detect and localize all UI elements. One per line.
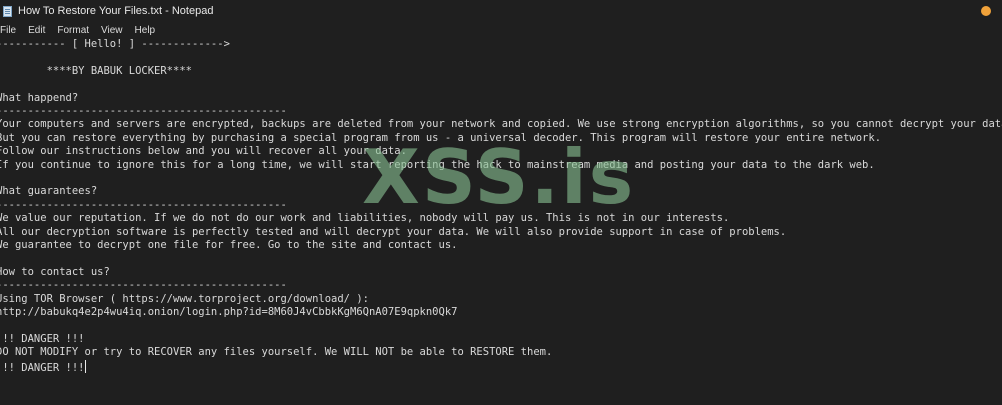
text-line: How to contact us? [0,265,110,278]
window-title: How To Restore Your Files.txt - Notepad [18,5,214,17]
text-caret [84,359,86,373]
text-line: If you continue to ignore this for a lon… [0,158,875,171]
text-line: ----------------------------------------… [0,105,287,117]
text-line: All our decryption software is perfectly… [0,225,787,238]
text-line: But you can restore everything by purcha… [0,131,882,144]
text-line: We guarantee to decrypt one file for fre… [0,239,458,251]
menu-format[interactable]: Format [51,25,95,36]
text-line: !!! DANGER !!! [0,332,85,345]
menu-view[interactable]: View [95,25,129,36]
text-line: http://babukq4e2p4wu4iq.onion/login.php?… [0,306,458,318]
menu-bar: File Edit Format View Help [0,23,161,38]
text-line: ****BY BABUK LOCKER**** [0,64,192,77]
menu-help[interactable]: Help [129,25,162,36]
notepad-icon [3,5,12,17]
text-line: Your computers and servers are encrypted… [0,118,1002,131]
text-line: ----------- [ Hello! ] -------------> [0,38,230,50]
text-editor[interactable]: ----------- [ Hello! ] -------------> **… [0,38,1002,405]
unsaved-indicator-icon[interactable] [981,6,991,16]
text-line-content: !!! DANGER !!! [0,361,85,374]
title-bar: How To Restore Your Files.txt - Notepad [0,0,1002,22]
text-line: Follow our instructions below and you wi… [0,145,407,158]
text-line: DO NOT MODIFY or try to RECOVER any file… [0,346,553,359]
text-line-last: !!! DANGER !!! [0,359,86,375]
text-line: We value our reputation. If we do not do… [0,212,730,225]
text-line: Using TOR Browser ( https://www.torproje… [0,292,369,305]
text-line: What happend? [0,91,79,104]
menu-file[interactable]: File [0,25,22,36]
text-line: What guarantees? [0,185,98,198]
text-line: ----------------------------------------… [0,279,287,292]
menu-edit[interactable]: Edit [22,25,51,36]
text-line: ----------------------------------------… [0,198,287,211]
